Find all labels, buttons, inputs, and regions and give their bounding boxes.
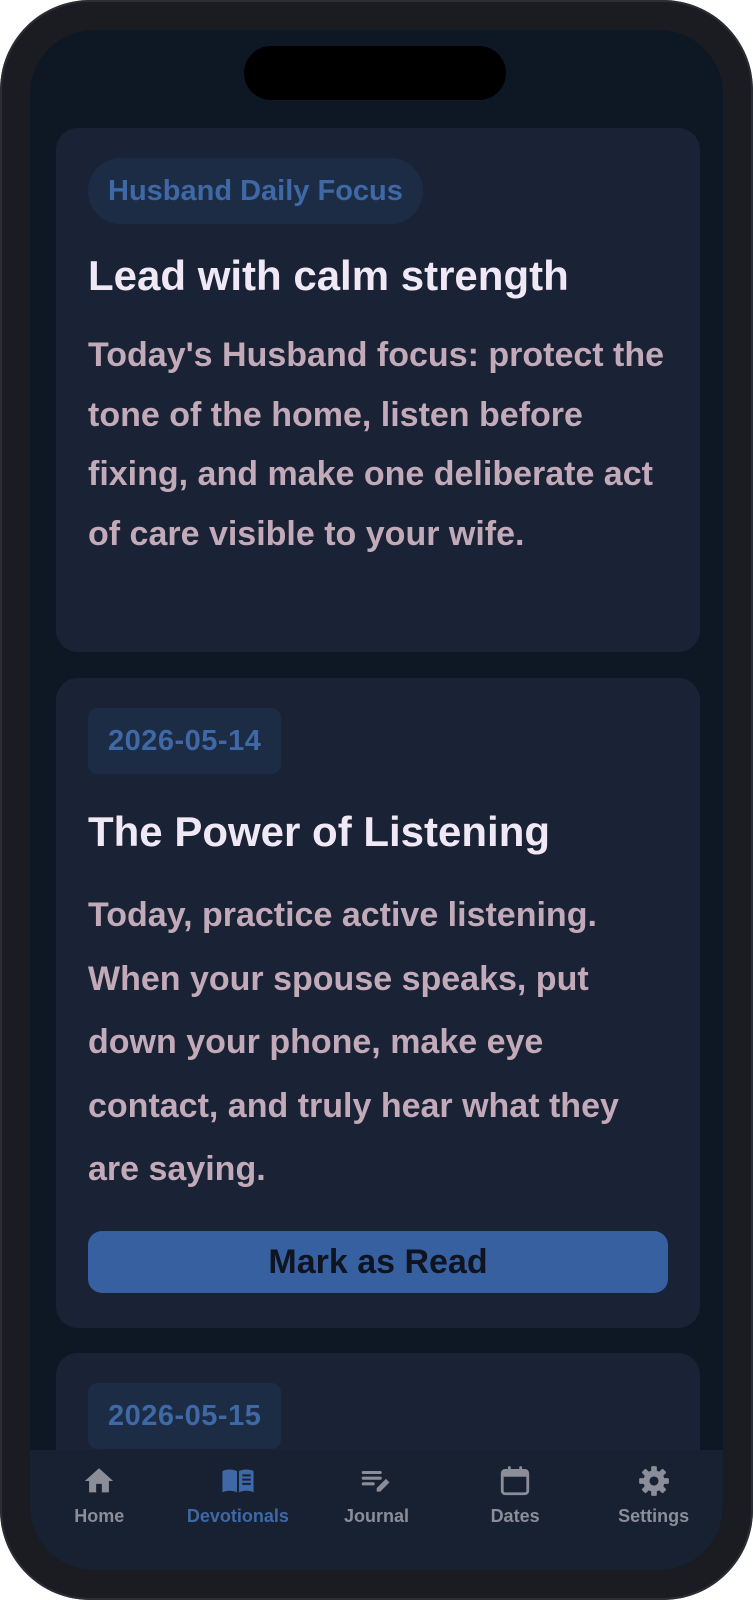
focus-card: Husband Daily Focus Lead with calm stren…: [56, 128, 700, 652]
devotional-feed[interactable]: Husband Daily Focus Lead with calm stren…: [30, 30, 723, 1450]
nav-item-settings[interactable]: Settings: [584, 1450, 723, 1570]
nav-label-dates: Dates: [490, 1506, 540, 1526]
focus-chip: Husband Daily Focus: [88, 158, 423, 224]
home-icon: [85, 1468, 114, 1493]
devotional-body: Today, practice active listening. When y…: [88, 896, 619, 1188]
phone-frame: Husband Daily Focus Lead with calm stren…: [0, 0, 753, 1600]
focus-body: Today's Husband focus: protect the tone …: [88, 336, 665, 553]
nav-item-dates[interactable]: Dates: [446, 1450, 585, 1570]
camera-notch: [244, 46, 506, 100]
focus-title: Lead with calm strength: [88, 252, 569, 299]
nav-label-devotionals: Devotionals: [186, 1506, 289, 1526]
nav-label-home: Home: [74, 1506, 125, 1526]
book-icon: [222, 1469, 254, 1493]
mark-as-read-button[interactable]: Mark as Read: [88, 1231, 668, 1293]
calendar-icon: [500, 1466, 530, 1496]
nav-label-settings: Settings: [618, 1506, 690, 1526]
nav-label-journal: Journal: [343, 1506, 409, 1526]
nav-item-home[interactable]: Home: [30, 1450, 169, 1570]
journal-edit-icon: [362, 1470, 390, 1492]
gear-icon: [638, 1466, 669, 1496]
devotional-date-chip-next: 2026-05-15: [88, 1383, 282, 1449]
devotional-card-next: 2026-05-15: [56, 1353, 700, 1450]
devotional-card: 2026-05-14 The Power of Listening Today,…: [56, 678, 700, 1328]
bottom-navigation: Home Devotionals Journal Dates Settings: [30, 1450, 723, 1570]
phone-screen: Husband Daily Focus Lead with calm stren…: [30, 30, 723, 1570]
devotional-title: The Power of Listening: [88, 808, 551, 855]
nav-item-journal[interactable]: Journal: [307, 1450, 446, 1570]
devotional-date-chip: 2026-05-14: [88, 708, 282, 774]
nav-item-devotionals[interactable]: Devotionals: [169, 1450, 308, 1570]
